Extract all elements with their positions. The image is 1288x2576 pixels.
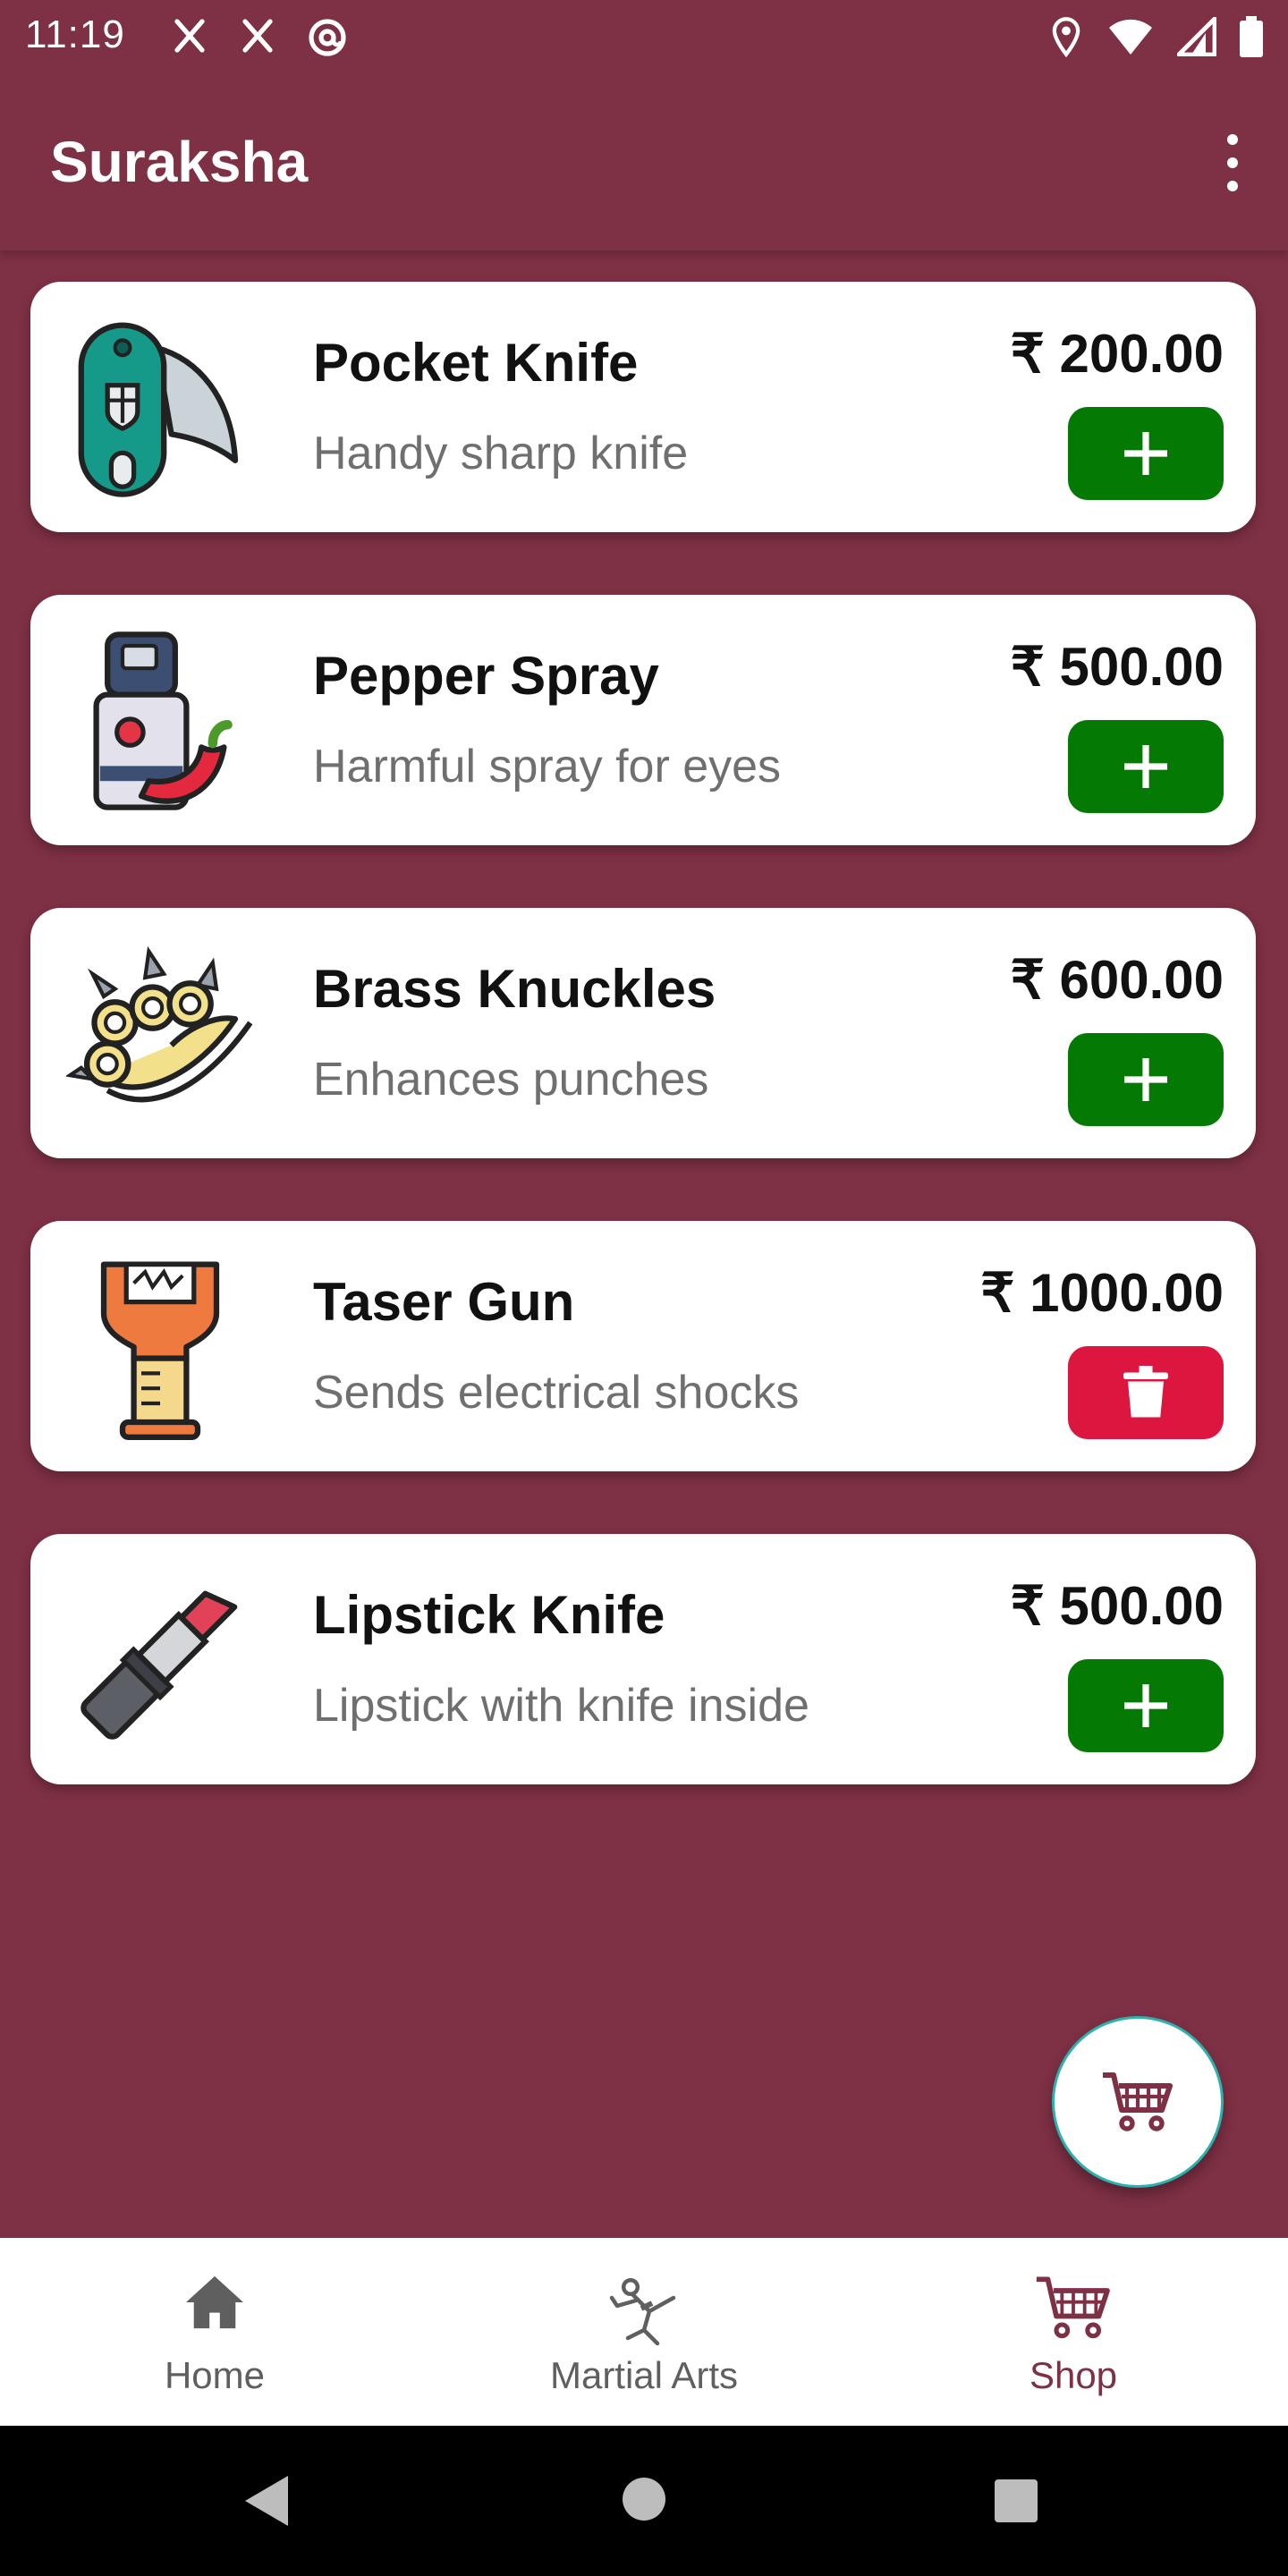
overflow-menu-icon[interactable] xyxy=(1213,134,1252,191)
product-name: Pepper Spray xyxy=(313,646,659,706)
nav-label: Home xyxy=(164,2354,266,2396)
cart-icon xyxy=(1103,2072,1173,2131)
plus-icon xyxy=(1124,432,1167,475)
at-sign-icon xyxy=(309,19,346,56)
signal-icon xyxy=(1177,17,1216,56)
lipstick-knife-icon xyxy=(80,1590,238,1740)
pepper-spray-icon xyxy=(93,631,233,810)
status-bar: 11:19 xyxy=(0,0,1288,75)
cart-fab-button[interactable] xyxy=(1052,2016,1224,2188)
add-to-cart-button[interactable] xyxy=(1068,1659,1224,1752)
nav-label: Shop xyxy=(1029,2354,1118,2396)
add-to-cart-button[interactable] xyxy=(1068,407,1224,500)
product-name: Pocket Knife xyxy=(313,333,639,393)
product-name: Lipstick Knife xyxy=(313,1585,665,1645)
product-description: Sends electrical shocks xyxy=(313,1367,800,1419)
nav-item-home[interactable]: Home xyxy=(0,2238,429,2426)
brass-knuckles-icon xyxy=(66,945,253,1103)
product-price: ₹ 1000.00 xyxy=(980,1263,1224,1323)
taser-gun-icon xyxy=(100,1261,220,1440)
status-time: 11:19 xyxy=(25,13,125,56)
system-navigation-bar xyxy=(0,2426,1288,2576)
product-name: Taser Gun xyxy=(313,1272,575,1332)
product-card-pocket-knife[interactable]: Pocket Knife Handy sharp knife ₹ 200.00 xyxy=(30,282,1256,532)
product-price: ₹ 600.00 xyxy=(1010,950,1224,1010)
product-name: Brass Knuckles xyxy=(313,959,716,1019)
home-icon xyxy=(186,2275,243,2329)
nav-label: Martial Arts xyxy=(549,2354,739,2396)
product-description: Handy sharp knife xyxy=(313,428,689,479)
product-card-pepper-spray[interactable]: Pepper Spray Harmful spray for eyes ₹ 50… xyxy=(30,595,1256,845)
product-card-taser-gun[interactable]: Taser Gun Sends electrical shocks ₹ 1000… xyxy=(30,1221,1256,1471)
add-to-cart-button[interactable] xyxy=(1068,720,1224,813)
location-icon xyxy=(1052,17,1080,57)
martial-arts-icon xyxy=(609,2277,676,2346)
pocket-knife-icon xyxy=(78,322,239,497)
plus-icon xyxy=(1124,1058,1167,1101)
plus-icon xyxy=(1124,1684,1167,1727)
battery-icon xyxy=(1240,16,1263,57)
cart-icon xyxy=(1036,2276,1110,2339)
trash-icon xyxy=(1123,1366,1168,1418)
product-description: Lipstick with knife inside xyxy=(313,1680,809,1732)
cutlery-notification-icon xyxy=(174,19,205,53)
product-card-brass-knuckles[interactable]: Brass Knuckles Enhances punches ₹ 600.00 xyxy=(30,908,1256,1158)
home-circle-icon[interactable] xyxy=(621,2476,667,2522)
nav-item-martial-arts[interactable]: Martial Arts xyxy=(429,2238,859,2426)
remove-from-cart-button[interactable] xyxy=(1068,1346,1224,1439)
app-bar: Suraksha xyxy=(0,75,1288,250)
add-to-cart-button[interactable] xyxy=(1068,1033,1224,1126)
back-icon[interactable] xyxy=(242,2472,292,2529)
product-description: Enhances punches xyxy=(313,1054,709,1106)
bottom-navigation: Home Martial Arts Shop xyxy=(0,2238,1288,2426)
product-card-lipstick-knife[interactable]: Lipstick Knife Lipstick with knife insid… xyxy=(30,1534,1256,1784)
nav-item-shop[interactable]: Shop xyxy=(859,2238,1288,2426)
app-title: Suraksha xyxy=(50,130,309,194)
recents-icon[interactable] xyxy=(993,2478,1039,2524)
cutlery-notification-icon xyxy=(242,19,273,53)
product-price: ₹ 500.00 xyxy=(1010,637,1224,697)
product-price: ₹ 500.00 xyxy=(1010,1576,1224,1636)
plus-icon xyxy=(1124,745,1167,788)
product-description: Harmful spray for eyes xyxy=(313,741,782,792)
wifi-icon xyxy=(1109,19,1152,55)
product-price: ₹ 200.00 xyxy=(1010,324,1224,384)
